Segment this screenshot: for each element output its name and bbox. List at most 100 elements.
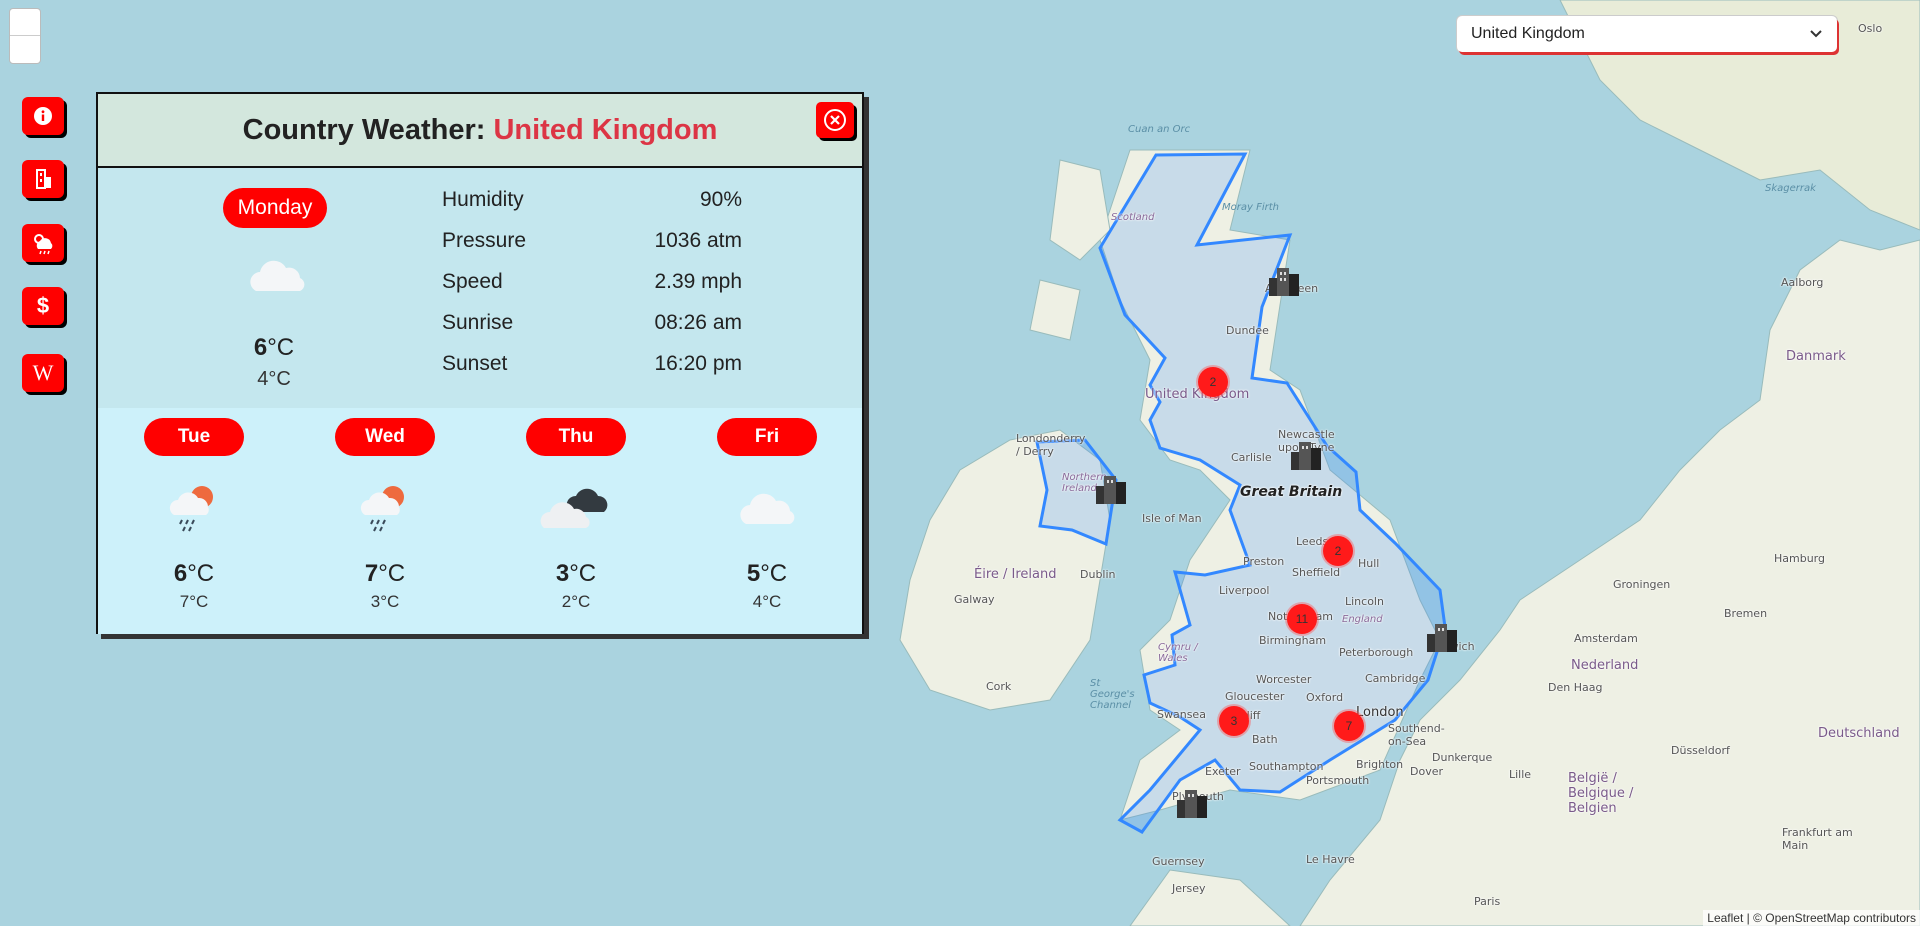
forecast-temp-min: 4°C: [752, 592, 782, 611]
rain-sun-icon: [144, 472, 244, 542]
cluster-marker[interactable]: 2: [1198, 367, 1228, 397]
stat-label: Speed: [442, 270, 503, 293]
modal-title-prefix: Country Weather:: [242, 113, 486, 146]
zoom-out-button[interactable]: [10, 36, 40, 63]
map-label-gloucester: Gloucester: [1225, 690, 1285, 703]
map-label-aalborg: Aalborg: [1781, 276, 1824, 289]
today-temp-min: 4°C: [257, 368, 291, 390]
map-label-preston: Preston: [1243, 555, 1285, 568]
city-marker-icon[interactable]: [1093, 472, 1129, 506]
city-marker-icon[interactable]: [1174, 786, 1210, 820]
map-label-eire: Éire / Ireland: [974, 567, 1057, 582]
country-select-value: United Kingdom: [1471, 25, 1585, 42]
zoom-control: [9, 8, 41, 64]
map-label-hull: Hull: [1358, 557, 1380, 570]
map-label-londonderry: Londonderry / Derry: [1016, 432, 1086, 458]
map-label-swansea: Swansea: [1157, 708, 1206, 721]
stat-value: 1036 atm: [654, 229, 742, 252]
forecast: Tue 6°C 7°C Wed 7°C 3°C Thu 3°C 2°C Fri: [98, 408, 862, 634]
today-weather: Monday 6°C 4°C Humidity 90% Pressure 1036 …: [98, 168, 862, 408]
map-label-nederland: Nederland: [1571, 658, 1639, 673]
modal-header: Country Weather: United Kingdom: [98, 94, 862, 168]
map-label-cambridge: Cambridge: [1365, 672, 1426, 685]
wikipedia-button[interactable]: W: [22, 354, 64, 392]
map-label-guernsey: Guernsey: [1152, 855, 1205, 868]
info-button[interactable]: [22, 97, 64, 135]
today-temp-max-unit: °C: [267, 334, 295, 361]
city-button[interactable]: [22, 160, 64, 198]
cluster-marker[interactable]: 7: [1334, 711, 1364, 741]
forecast-day-badge: Thu: [526, 418, 626, 456]
map-label-paris: Paris: [1474, 895, 1501, 908]
map-label-birmingham: Birmingham: [1259, 634, 1327, 647]
map-label-brighton: Brighton: [1356, 758, 1404, 771]
forecast-day: Thu 3°C 2°C: [526, 418, 626, 612]
map-label-london: London: [1356, 705, 1404, 720]
forecast-temp-max-unit: °C: [760, 560, 788, 587]
stat-row-speed: Speed 2.39 mph: [442, 270, 742, 311]
city-marker-icon[interactable]: [1424, 620, 1460, 654]
map-label-dunkerque: Dunkerque: [1432, 751, 1493, 764]
map-label-portsmouth: Portsmouth: [1306, 774, 1370, 787]
rain-sun-icon: [335, 472, 435, 542]
stat-row-sunset: Sunset 16:20 pm: [442, 352, 742, 393]
map-label-hamburg: Hamburg: [1774, 552, 1825, 565]
country-select[interactable]: United Kingdom: [1457, 16, 1837, 52]
chevron-down-icon: [1810, 30, 1822, 38]
forecast-temp-max-value: 6: [173, 560, 188, 587]
map-label-cymru: Cymru / Wales: [1158, 642, 1198, 664]
map-label-southampton: Southampton: [1249, 760, 1324, 773]
forecast-temp-max: 6°C: [144, 560, 244, 588]
map-label-cuan: Cuan an Orc: [1128, 124, 1191, 135]
map-label-skagerrak: Skagerrak: [1765, 183, 1816, 194]
weather-stats: Humidity 90% Pressure 1036 atm Speed 2.39 m…: [442, 188, 742, 393]
today-temp-max-value: 6: [253, 334, 268, 361]
modal-title: Country Weather: United Kingdom: [243, 114, 718, 147]
map-label-isle-of-man: Isle of Man: [1142, 512, 1202, 525]
cluster-marker[interactable]: 2: [1323, 536, 1353, 566]
map-label-bremen: Bremen: [1724, 607, 1768, 620]
modal-title-country: United Kingdom: [493, 113, 718, 146]
info-icon: [34, 107, 52, 125]
cluster-marker[interactable]: 3: [1219, 706, 1249, 736]
forecast-temp-max-unit: °C: [378, 560, 406, 587]
forecast-day-badge: Tue: [144, 418, 244, 456]
forecast-temp-max-value: 5: [746, 560, 761, 587]
map-label-oslo: Oslo: [1858, 22, 1883, 35]
zoom-in-button[interactable]: [10, 9, 40, 35]
map-label-jersey: Jersey: [1172, 882, 1206, 895]
map-label-dover: Dover: [1410, 765, 1443, 778]
cloud-icon: [246, 253, 308, 300]
forecast-temp-max-value: 7: [364, 560, 379, 587]
stat-value: 90%: [699, 188, 742, 211]
map-label-southend: Southend-on-Sea: [1388, 722, 1445, 748]
forecast-temp-min: 7°C: [179, 592, 209, 611]
map-label-danmark: Danmark: [1786, 349, 1846, 364]
city-marker-icon[interactable]: [1288, 438, 1324, 472]
forecast-day: Wed 7°C 3°C: [335, 418, 435, 612]
forecast-temp-max: 7°C: [335, 560, 435, 588]
forecast-day: Fri 5°C 4°C: [717, 418, 817, 612]
country-weather-modal: Country Weather: United Kingdom Monday 6…: [96, 92, 864, 634]
map-label-den-haag: Den Haag: [1548, 681, 1603, 694]
cloud-icon: [717, 472, 817, 542]
currency-button[interactable]: $: [22, 287, 64, 325]
map-label-carlisle: Carlisle: [1231, 451, 1272, 464]
stat-value: 08:26 am: [654, 311, 742, 334]
map-attribution[interactable]: Leaflet | © OpenStreetMap contributors: [1703, 910, 1920, 926]
cluster-marker[interactable]: 11: [1287, 604, 1317, 634]
building-icon: [36, 169, 51, 189]
forecast-temp-max: 3°C: [526, 560, 626, 588]
map-label-peterborough: Peterborough: [1339, 646, 1414, 659]
today-temp-max: 6°C: [224, 334, 324, 362]
map-label-lincoln: Lincoln: [1345, 595, 1384, 608]
map-label-bath: Bath: [1252, 733, 1278, 746]
forecast-temp-max-value: 3: [555, 560, 570, 587]
weather-button[interactable]: [22, 224, 64, 262]
forecast-day-badge: Wed: [335, 418, 435, 456]
city-marker-icon[interactable]: [1266, 264, 1302, 298]
map-label-galway: Galway: [954, 593, 995, 606]
stat-row-humidity: Humidity 90%: [442, 188, 742, 229]
close-button[interactable]: [816, 102, 854, 138]
map-label-england: England: [1342, 614, 1383, 625]
